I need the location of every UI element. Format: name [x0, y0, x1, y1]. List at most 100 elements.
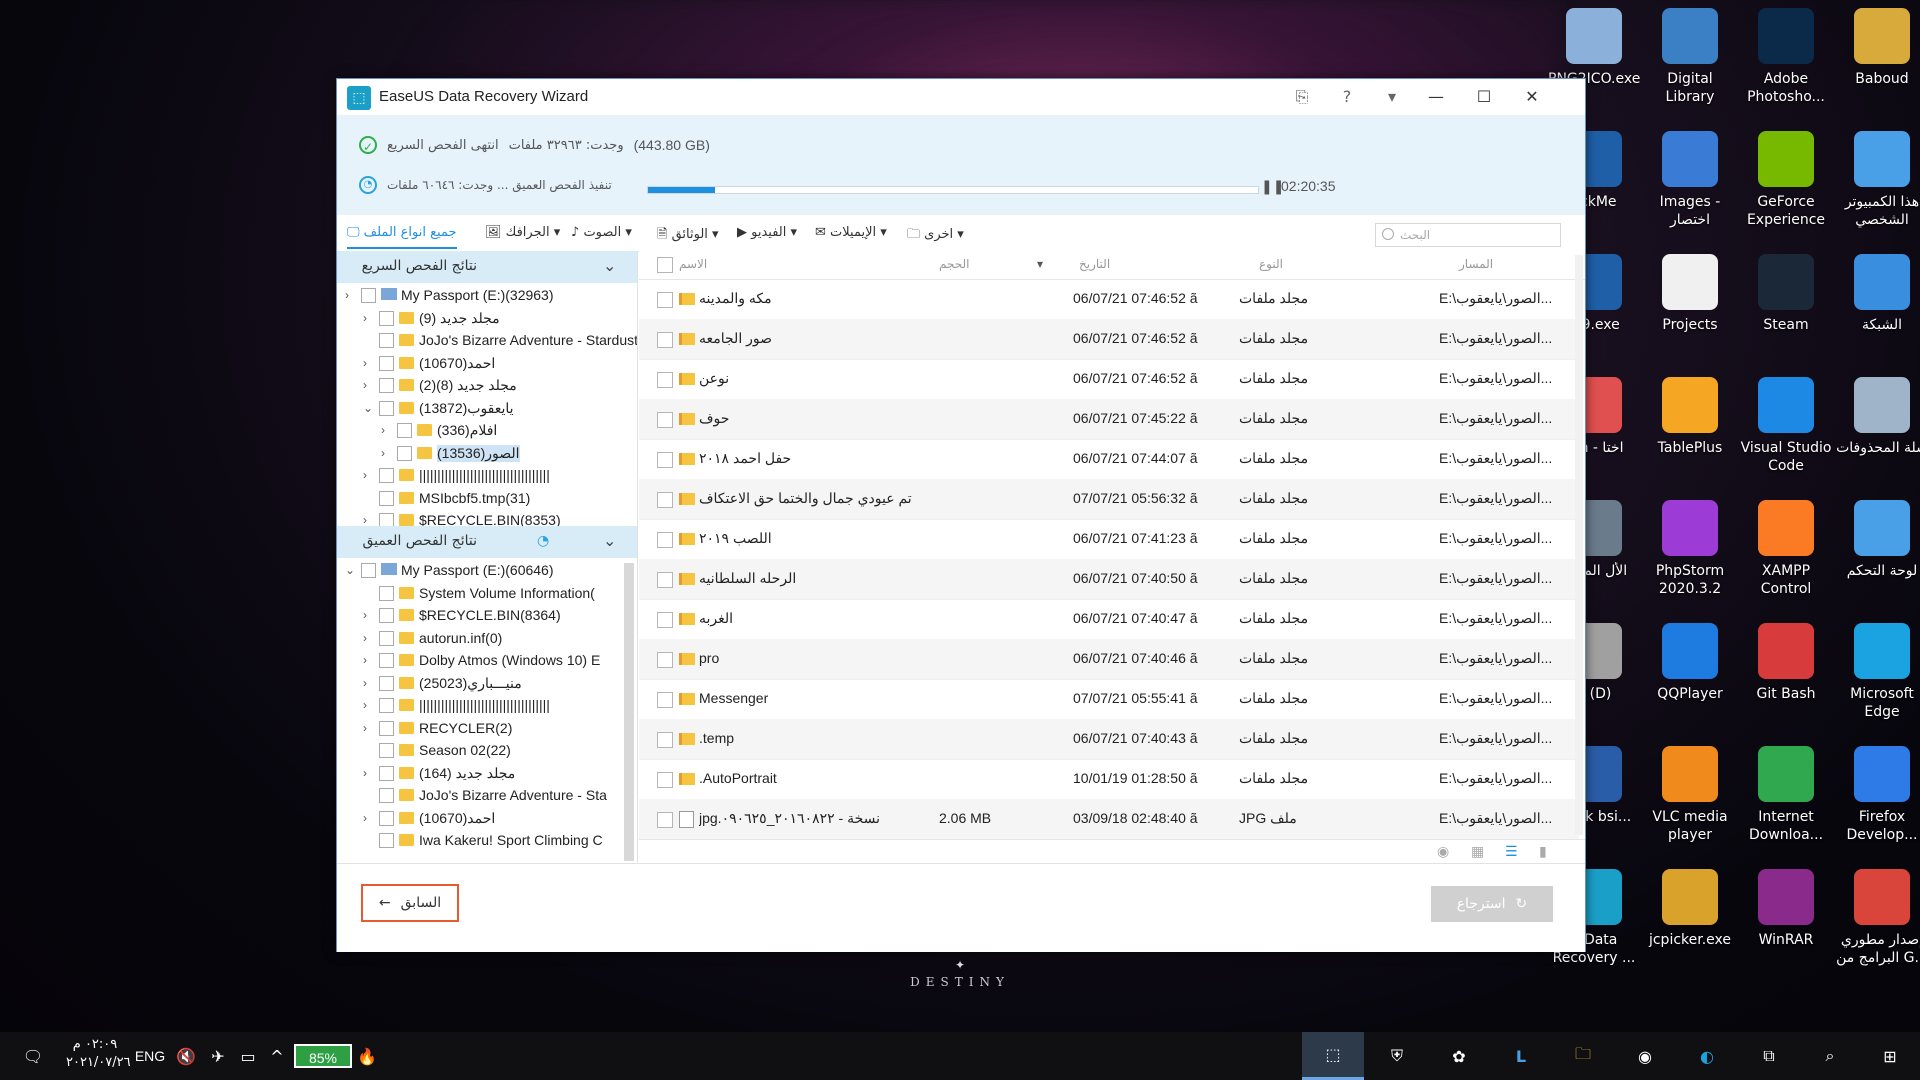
tree-scrollbar[interactable]: [624, 563, 634, 861]
volume-mute-icon[interactable]: 🔇: [172, 1032, 200, 1080]
tab-other[interactable]: 🗀 اخرى ▾: [907, 225, 964, 247]
desktop-icon[interactable]: Projects: [1644, 254, 1736, 334]
close-button[interactable]: ✕: [1509, 81, 1555, 113]
row-checkbox[interactable]: [657, 412, 673, 428]
row-checkbox[interactable]: [657, 332, 673, 348]
chevron-right-icon[interactable]: ›: [363, 676, 367, 690]
desktop-icon[interactable]: QQPlayer: [1644, 623, 1736, 703]
desktop-icon[interactable]: Git Bash: [1740, 623, 1832, 703]
tree-item[interactable]: ⌄ My Passport (E:)(60646): [337, 560, 637, 582]
desktop-icon[interactable]: Microsoft Edge: [1836, 623, 1920, 721]
desktop-icon[interactable]: Internet Downloa...: [1740, 746, 1832, 844]
tree-checkbox[interactable]: [379, 743, 394, 758]
desktop-icon[interactable]: هذا الكمبيوتر الشخصي: [1836, 131, 1920, 229]
language-indicator[interactable]: ENG: [130, 1032, 170, 1080]
row-checkbox[interactable]: [657, 812, 673, 828]
desktop-icon[interactable]: Baboud: [1836, 8, 1920, 88]
security-taskbar-icon[interactable]: ⛨: [1366, 1032, 1428, 1080]
desktop-icon[interactable]: Images - اختصار: [1644, 131, 1736, 229]
back-button[interactable]: ← السابق: [361, 884, 459, 922]
desktop-icon[interactable]: Steam: [1740, 254, 1832, 334]
tree-item[interactable]: › $RECYCLE.BIN(8364): [337, 605, 637, 627]
tree-item[interactable]: System Volume Information(: [337, 583, 637, 605]
col-date[interactable]: التاريخ: [1079, 257, 1110, 271]
chevron-right-icon[interactable]: ›: [363, 721, 367, 735]
tree-checkbox[interactable]: [379, 675, 394, 691]
tree-checkbox[interactable]: [379, 400, 394, 416]
table-row[interactable]: مكه والمدينه 06/07/21 07:46:52 ã مجلد ملفا…: [639, 279, 1579, 320]
desktop-icon[interactable]: TablePlus: [1644, 377, 1736, 457]
search-taskbar-icon[interactable]: ⌕: [1800, 1032, 1860, 1080]
tree-item[interactable]: › افلام(336): [337, 420, 637, 442]
tree-item[interactable]: › مجلد جديد (9): [337, 308, 637, 330]
chevron-right-icon[interactable]: ›: [363, 766, 367, 780]
tree-item[interactable]: › منيـــباري(25023): [337, 673, 637, 695]
tree-checkbox[interactable]: [379, 698, 394, 713]
easeus-taskbar-icon[interactable]: ⬚: [1302, 1032, 1364, 1080]
tree-item[interactable]: › مجلد جديد (164): [337, 763, 637, 785]
chrome-taskbar-icon[interactable]: ◉: [1614, 1032, 1676, 1080]
desktop-icon[interactable]: GeForce Experience: [1740, 131, 1832, 229]
task-view-icon[interactable]: ⧉: [1738, 1032, 1800, 1080]
tree-item[interactable]: ⌄ يايعقوب(13872): [337, 398, 637, 420]
table-row[interactable]: الغربه 06/07/21 07:40:47 ã مجلد ملفات E:\ال…: [639, 599, 1579, 640]
table-row[interactable]: .temp 06/07/21 07:40:43 ã مجلد ملفات E:\الص…: [639, 719, 1579, 760]
chevron-down-icon[interactable]: ⌄: [345, 563, 355, 577]
table-row[interactable]: نوعن 06/07/21 07:46:52 ã مجلد ملفات E:\الصو…: [639, 359, 1579, 400]
desktop-icon[interactable]: Digital Library: [1644, 8, 1736, 106]
tree-item[interactable]: › الصور(13536): [337, 443, 637, 465]
tree-item[interactable]: › مجلد جديد (8)(2): [337, 375, 637, 397]
menu-dropdown-icon[interactable]: ▾: [1377, 83, 1407, 111]
tree-item[interactable]: › autorun.inf(0): [337, 628, 637, 650]
chevron-right-icon[interactable]: ›: [345, 288, 349, 302]
search-input[interactable]: البحث: [1375, 223, 1561, 247]
detail-view-icon[interactable]: ▮: [1539, 844, 1547, 860]
col-type[interactable]: النوع: [1259, 257, 1283, 271]
tree-checkbox[interactable]: [379, 490, 394, 506]
tree-item[interactable]: Iwa Kakeru! Sport Climbing C: [337, 830, 637, 852]
row-checkbox[interactable]: [657, 652, 673, 668]
tree-item[interactable]: › احمد(10670): [337, 353, 637, 375]
show-hidden-icons-icon[interactable]: ^: [264, 1032, 290, 1080]
chevron-right-icon[interactable]: ›: [363, 311, 367, 325]
chevron-right-icon[interactable]: ›: [363, 356, 367, 370]
desktop-icon[interactable]: إصدار مطوري البرامج من G...: [1836, 869, 1920, 967]
table-row[interactable]: تم عيودي جمال والختما حق الاعتكاف 07/07/2…: [639, 479, 1579, 520]
recover-button[interactable]: استرجاع ↻: [1431, 886, 1553, 922]
chevron-right-icon[interactable]: ›: [363, 468, 367, 482]
tab-emails[interactable]: ✉ الإيميلات ▾: [815, 225, 887, 240]
tree-item[interactable]: Season 02(22): [337, 740, 637, 762]
minimize-button[interactable]: —: [1413, 81, 1459, 113]
row-checkbox[interactable]: [657, 492, 673, 508]
tab-documents[interactable]: 🗎 الوثائق ▾: [657, 225, 719, 247]
desktop-icon[interactable]: Adobe Photosho...: [1740, 8, 1832, 106]
airplane-icon[interactable]: ✈: [204, 1032, 232, 1080]
quick-scan-section-header[interactable]: نتائج الفحص السريع ⌄: [337, 251, 637, 283]
tree-item[interactable]: JoJo's Bizarre Adventure - Stardust: [337, 330, 637, 352]
tab-all-files[interactable]: 🖵 جميع انواع الملف: [347, 225, 457, 249]
desktop-icon[interactable]: WinRAR: [1740, 869, 1832, 949]
qqplayer-taskbar-icon[interactable]: ✿: [1428, 1032, 1490, 1080]
desktop-icon[interactable]: Firefox Develop...: [1836, 746, 1920, 844]
deep-scan-section-header[interactable]: نتائج الفحص العميق ◔ ⌄: [337, 526, 637, 558]
tree-item[interactable]: › RECYCLER(2): [337, 718, 637, 740]
table-row[interactable]: jpg.نسخة - ٢٠١٦٠٨٢٢_٠٩٠٦٢٥ 2.06 MB 03/09/1…: [639, 799, 1579, 840]
table-row[interactable]: حفل احمد ٢٠١٨ 06/07/21 07:44:07 ã مجلد ملف…: [639, 439, 1579, 480]
tree-checkbox[interactable]: [379, 653, 394, 668]
row-checkbox[interactable]: [657, 572, 673, 588]
tree-checkbox[interactable]: [379, 468, 394, 483]
tree-checkbox[interactable]: [379, 720, 394, 736]
chevron-right-icon[interactable]: ›: [381, 446, 385, 460]
chevron-down-icon[interactable]: ⌄: [603, 531, 616, 550]
desktop-icon[interactable]: jcpicker.exe: [1644, 869, 1736, 949]
row-checkbox[interactable]: [657, 732, 673, 748]
desktop-icon[interactable]: Visual Studio Code: [1740, 377, 1832, 475]
chevron-right-icon[interactable]: ›: [381, 423, 385, 437]
desktop-icon[interactable]: PhpStorm 2020.3.2 x64: [1644, 500, 1736, 600]
chevron-right-icon[interactable]: ›: [363, 811, 367, 825]
desktop-icon[interactable]: لوحة التحكم: [1836, 500, 1920, 580]
preview-icon[interactable]: ◉: [1437, 844, 1449, 860]
tab-audio[interactable]: ♪ الصوت ▾: [571, 225, 632, 240]
battery-percentage[interactable]: 85%: [294, 1044, 352, 1068]
desktop-icon[interactable]: PNG2ICO.exe: [1548, 8, 1640, 88]
